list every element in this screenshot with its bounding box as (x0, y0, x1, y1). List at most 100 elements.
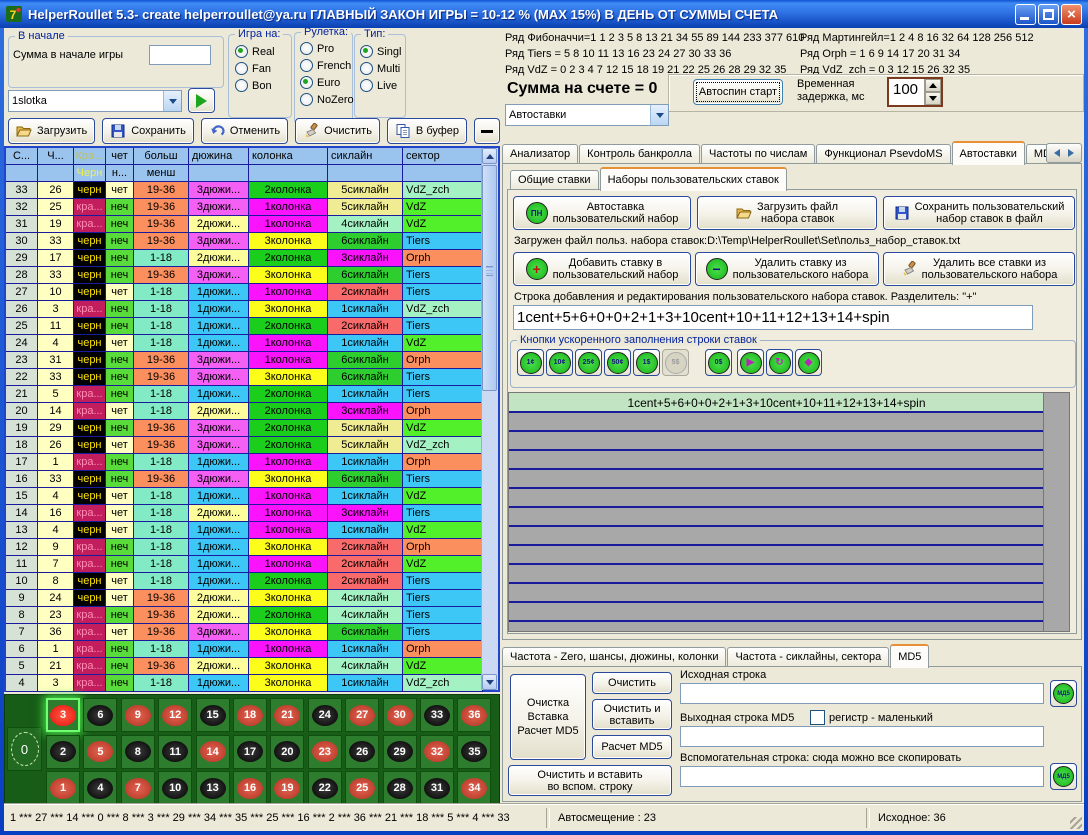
roulette-cell-21[interactable]: 21 (270, 698, 304, 732)
roulette-cell-22[interactable]: 22 (308, 771, 342, 805)
spin-up-icon[interactable] (925, 79, 941, 92)
md5-source-input[interactable] (680, 683, 1044, 704)
table-row[interactable]: 154чернчет1-181дюжи...1колонка1сиклайнVd… (6, 488, 498, 505)
roulette-cell-27[interactable]: 27 (345, 698, 379, 732)
roulette-cell-15[interactable]: 15 (196, 698, 230, 732)
radio-multi[interactable]: Multi (360, 60, 401, 77)
roulette-cell-23[interactable]: 23 (308, 735, 342, 769)
roulette-cell-17[interactable]: 17 (233, 735, 267, 769)
tab-частота-сиклайны-сектора[interactable]: Частота - сиклайны, сектора (727, 647, 889, 667)
bet-list-row[interactable] (509, 451, 1045, 470)
roulette-cell-0[interactable]: 0 (7, 727, 42, 771)
roulette-cell-32[interactable]: 32 (420, 735, 454, 769)
roulette-cell-13[interactable]: 13 (196, 771, 230, 805)
toolbar-button-отменить[interactable]: Отменить (201, 118, 288, 144)
md5-calc-button[interactable]: Расчет MD5 (592, 735, 672, 759)
roulette-cell-6[interactable]: 6 (83, 698, 117, 732)
radio-nozero[interactable]: NoZero (300, 91, 354, 108)
table-row[interactable]: 2331черннеч19-363дюжи...1колонка6сиклайн… (6, 352, 498, 369)
history-table-body[interactable]: 3326чернчет19-363дюжи...2колонка5сиклайн… (6, 182, 498, 692)
bet-list-row[interactable] (509, 527, 1045, 546)
autospin-start-button[interactable]: Автоспин старт (693, 79, 783, 105)
table-row[interactable]: 2014кра...чет1-182дюжи...2колонка3сиклай… (6, 403, 498, 420)
table-row[interactable]: 61кра...неч1-181дюжи...1колонка1сиклайнO… (6, 641, 498, 658)
radio-real[interactable]: Real (235, 43, 275, 60)
radio-bon[interactable]: Bon (235, 77, 275, 94)
bet-list-row[interactable] (509, 470, 1045, 489)
table-row[interactable]: 215кра...неч1-181дюжи...2колонка1сиклайн… (6, 386, 498, 403)
coin-button-1d[interactable]: 1$ (633, 349, 660, 376)
table-row[interactable]: 171кра...неч1-181дюжи...1колонка1сиклайн… (6, 454, 498, 471)
bet-list-row[interactable] (509, 413, 1045, 432)
radio-pro[interactable]: Pro (300, 40, 354, 57)
delay-value[interactable]: 100 (889, 79, 924, 105)
minimize-button[interactable] (1015, 4, 1036, 25)
table-row[interactable]: 1826чернчет19-363дюжи...2колонка5сиклайн… (6, 437, 498, 454)
table-row[interactable]: 2917черннеч1-182дюжи...2колонка3сиклайнO… (6, 250, 498, 267)
maximize-button[interactable] (1038, 4, 1059, 25)
chevron-down-icon[interactable] (163, 91, 181, 111)
roulette-cell-34[interactable]: 34 (457, 771, 491, 805)
radio-singl[interactable]: Singl (360, 43, 401, 60)
table-row[interactable]: 117кра...неч1-181дюжи...1колонка2сиклайн… (6, 556, 498, 573)
table-row[interactable]: 3119кра...неч19-362дюжи...1колонка4сикла… (6, 216, 498, 233)
table-row[interactable]: 2710чернчет1-181дюжи...1колонка2сиклайнT… (6, 284, 498, 301)
tab-анализатор[interactable]: Анализатор (502, 144, 578, 164)
bet-list-row[interactable] (509, 584, 1045, 603)
table-row[interactable]: 1633черннеч19-363дюжи...3колонка6сиклайн… (6, 471, 498, 488)
checkbox-icon[interactable] (810, 710, 825, 725)
table-row[interactable]: 108чернчет1-181дюжи...2колонка2сиклайнTi… (6, 573, 498, 590)
delete-all-bets-button[interactable]: Удалить все ставки изпользовательского н… (883, 252, 1075, 286)
roulette-cell-24[interactable]: 24 (308, 698, 342, 732)
spin-button[interactable]: ↻ (766, 349, 793, 376)
table-row[interactable]: 2833черннеч19-363дюжи...3колонка6сиклайн… (6, 267, 498, 284)
roulette-cell-20[interactable]: 20 (270, 735, 304, 769)
start-play-button[interactable] (188, 88, 215, 113)
radio-euro[interactable]: Euro (300, 74, 354, 91)
edit-string-input[interactable] (513, 305, 1033, 330)
table-row[interactable]: 1929черннеч19-363дюжи...2колонка5сиклайн… (6, 420, 498, 437)
tab-scroll-arrows[interactable] (1046, 143, 1082, 163)
table-row[interactable]: 3225кра...неч19-363дюжи...1колонка5сикла… (6, 199, 498, 216)
roulette-cell-30[interactable]: 30 (383, 698, 417, 732)
bet-list-row[interactable] (509, 546, 1045, 565)
roulette-cell-18[interactable]: 18 (233, 698, 267, 732)
tab-автоставки[interactable]: Автоставки (952, 141, 1025, 165)
roulette-cell-7[interactable]: 7 (121, 771, 155, 805)
bet-list[interactable]: 1cent+5+6+0+0+2+1+3+10cent+10+11+12+13+1… (508, 392, 1070, 632)
table-row[interactable]: 129кра...неч1-181дюжи...3колонка2сиклайн… (6, 539, 498, 556)
roulette-cell-35[interactable]: 35 (457, 735, 491, 769)
play-button[interactable]: ▶ (737, 349, 764, 376)
md5-clear-paste-helper-button[interactable]: Очистить и вставитьво вспом. строку (508, 765, 672, 796)
md5-multi-button[interactable]: ОчисткаВставкаРасчет MD5 (510, 674, 586, 760)
table-row[interactable]: 134чернчет1-181дюжи...1колонка1сиклайнVd… (6, 522, 498, 539)
delete-bet-button[interactable]: − Удалить ставку изпользовательского наб… (695, 252, 879, 286)
roulette-cell-12[interactable]: 12 (158, 698, 192, 732)
history-table[interactable]: С...Ч...Кра...четбольшдюжинаколонкасикла… (4, 146, 500, 692)
roulette-cell-10[interactable]: 10 (158, 771, 192, 805)
table-row[interactable]: 43кра...неч1-181дюжи...3колонка1сиклайнV… (6, 675, 498, 692)
tab-контроль-банкролла[interactable]: Контроль банкролла (579, 144, 700, 164)
table-row[interactable]: 2233черннеч19-363дюжи...3колонка6сиклайн… (6, 369, 498, 386)
shuffle-button[interactable]: ◆ (795, 349, 822, 376)
table-row[interactable]: 3033черннеч19-363дюжи...3колонка6сиклайн… (6, 233, 498, 250)
load-setfile-button[interactable]: Загрузить файлнабора ставок (697, 196, 877, 230)
coin-button-0d[interactable]: 0$ (705, 349, 732, 376)
coin-button-1c[interactable]: 1¢ (517, 349, 544, 376)
save-setfile-button[interactable]: Сохранить пользовательскийнабор ставок в… (883, 196, 1075, 230)
subtab-общие-ставки[interactable]: Общие ставки (510, 170, 599, 190)
radio-fan[interactable]: Fan (235, 60, 275, 77)
radio-french[interactable]: French (300, 57, 354, 74)
scroll-down-icon[interactable] (482, 674, 497, 690)
roulette-cell-29[interactable]: 29 (383, 735, 417, 769)
subtab-наборы-пользовательских-ставок[interactable]: Наборы пользовательских ставок (600, 167, 787, 191)
resize-grip[interactable] (1070, 817, 1082, 829)
roulette-cell-28[interactable]: 28 (383, 771, 417, 805)
start-sum-input[interactable] (149, 45, 211, 65)
bet-list-header[interactable]: 1cent+5+6+0+0+2+1+3+10cent+10+11+12+13+1… (509, 393, 1045, 413)
tab-частота-zero-шансы-дюжины-колонки[interactable]: Частота - Zero, шансы, дюжины, колонки (502, 647, 726, 667)
delay-spinner[interactable]: 100 (887, 77, 943, 107)
scrollbar-thumb[interactable] (482, 165, 497, 391)
scroll-left-icon[interactable] (1054, 149, 1060, 157)
scroll-right-icon[interactable] (1068, 149, 1074, 157)
